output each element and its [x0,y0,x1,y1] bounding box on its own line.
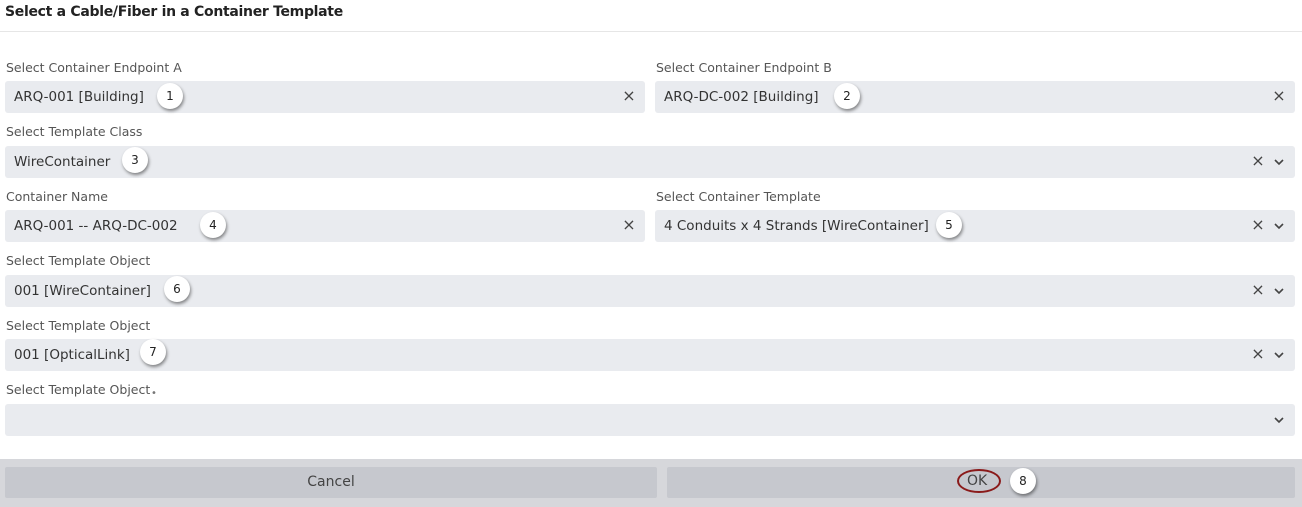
callout-badge-4: 4 [200,212,226,238]
title-divider [0,31,1302,32]
required-indicator: • [151,388,157,399]
endpoint-b-value: ARQ-DC-002 [Building] [664,89,819,105]
close-icon[interactable]: × [622,217,636,233]
callout-badge-8: 8 [1010,468,1036,494]
container-name-value: ARQ-001 -- ARQ-DC-002 [14,218,178,234]
callout-badge-1: 1 [157,83,183,109]
template-object-1-select[interactable]: 001 [WireContainer] × [5,275,1295,307]
close-icon[interactable]: × [1251,282,1265,298]
template-object-1-value: 001 [WireContainer] [14,283,151,299]
close-icon[interactable]: × [622,88,636,104]
chevron-down-icon[interactable] [1273,285,1285,297]
callout-badge-5: 5 [936,212,962,238]
endpoint-a-label: Select Container Endpoint A [6,60,182,75]
template-object-3-select[interactable] [5,404,1295,436]
callout-badge-2: 2 [834,83,860,109]
template-object-2-label: Select Template Object [6,318,151,333]
container-template-value: 4 Conduits x 4 Strands [WireContainer] [664,218,929,234]
chevron-down-icon[interactable] [1273,349,1285,361]
chevron-down-icon[interactable] [1273,220,1285,232]
callout-badge-7: 7 [140,339,166,365]
close-icon[interactable]: × [1272,88,1286,104]
endpoint-b-field[interactable]: ARQ-DC-002 [Building] × [655,81,1295,113]
template-class-label: Select Template Class [6,124,143,139]
container-template-label: Select Container Template [656,189,821,204]
close-icon[interactable]: × [1251,346,1265,362]
template-class-select[interactable]: WireContainer × [5,146,1295,178]
endpoint-a-field[interactable]: ARQ-001 [Building] × [5,81,645,113]
container-name-label: Container Name [6,189,108,204]
chevron-down-icon[interactable] [1273,414,1285,426]
cancel-button[interactable]: Cancel [5,467,657,498]
template-object-3-label: Select Template Object [6,382,151,397]
callout-badge-3: 3 [122,147,148,173]
template-object-2-select[interactable]: 001 [OpticalLink] × [5,339,1295,371]
close-icon[interactable]: × [1251,217,1265,233]
endpoint-a-value: ARQ-001 [Building] [14,89,144,105]
endpoint-b-label: Select Container Endpoint B [656,60,832,75]
template-object-1-label: Select Template Object [6,253,151,268]
template-object-2-value: 001 [OpticalLink] [14,347,130,363]
chevron-down-icon[interactable] [1273,156,1285,168]
container-name-input[interactable]: ARQ-001 -- ARQ-DC-002 × [5,210,645,242]
template-class-value: WireContainer [14,154,111,170]
dialog-title: Select a Cable/Fiber in a Container Temp… [5,4,343,20]
ok-button-label[interactable]: OK [967,473,987,489]
callout-badge-6: 6 [164,276,190,302]
container-template-select[interactable]: 4 Conduits x 4 Strands [WireContainer] × [655,210,1295,242]
close-icon[interactable]: × [1251,153,1265,169]
